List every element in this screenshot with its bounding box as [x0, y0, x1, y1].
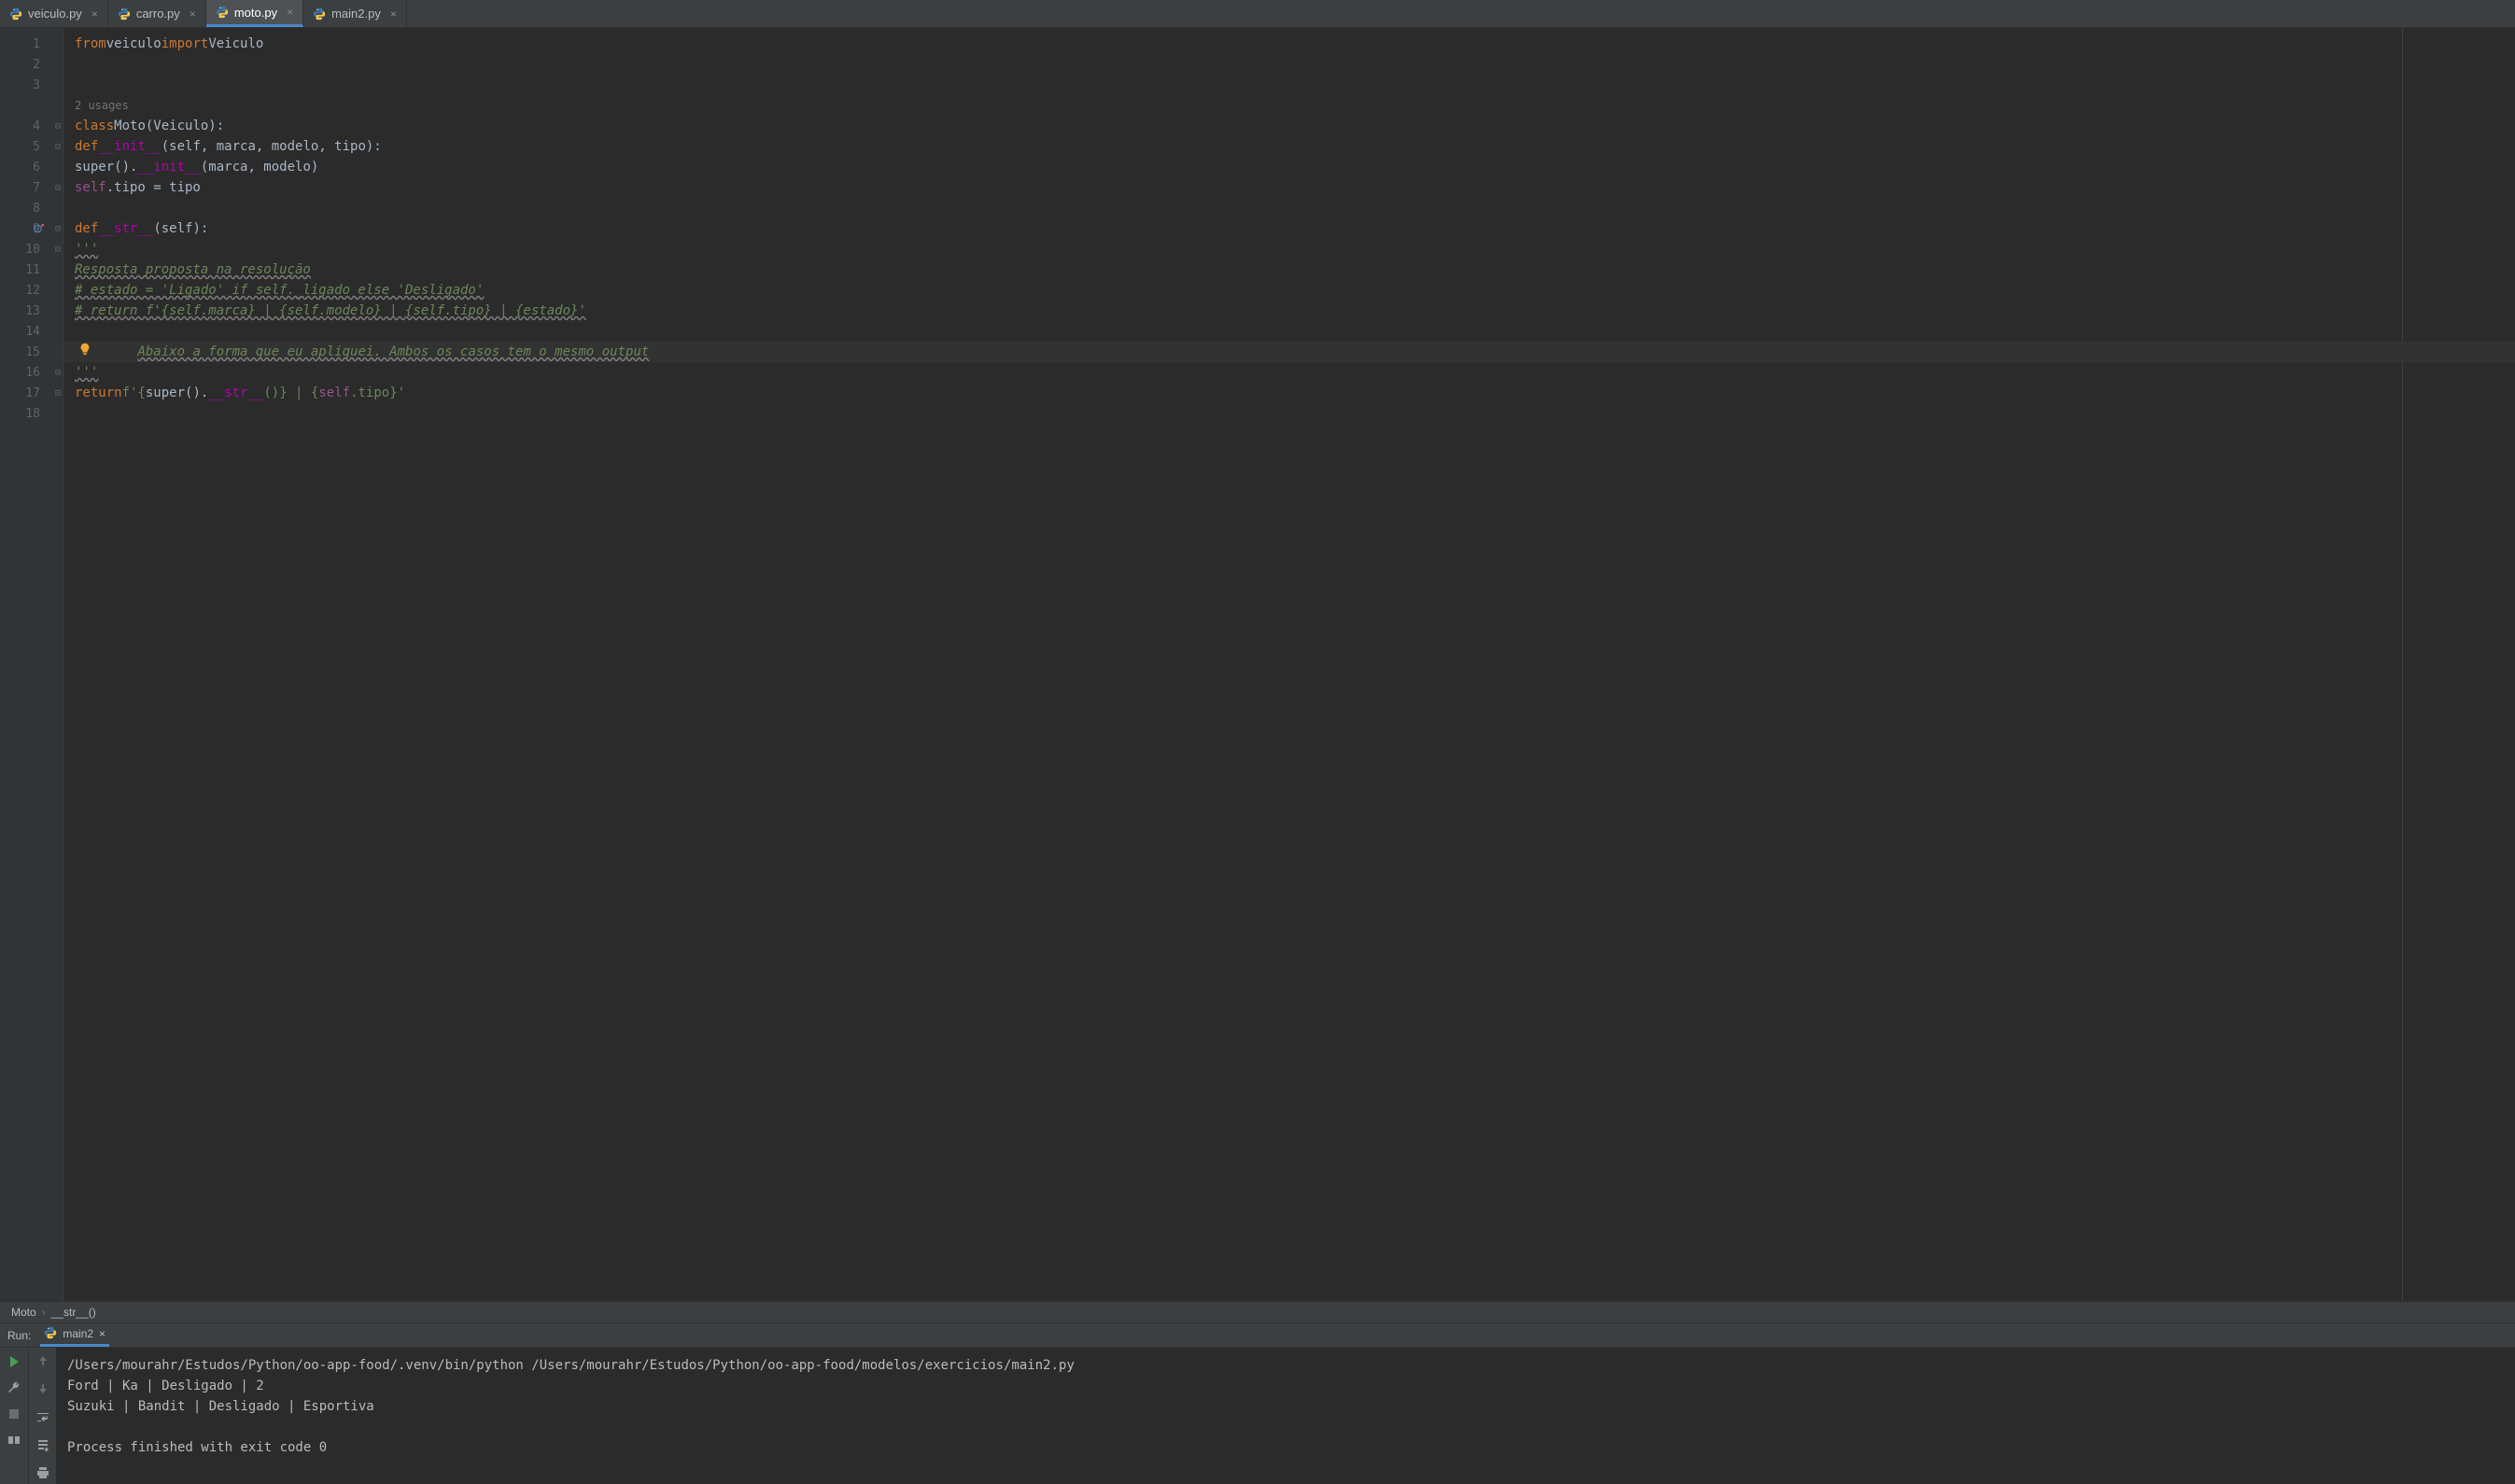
tab-label: carro.py — [136, 7, 180, 21]
line-number: 8 — [33, 202, 40, 216]
fold-icon[interactable]: ⊟ — [55, 121, 61, 132]
line-number: 6 — [33, 161, 40, 175]
tab-main2[interactable]: main2.py × — [303, 0, 407, 27]
python-file-icon — [313, 7, 326, 21]
console-line: Process finished with exit code 0 — [67, 1440, 327, 1455]
scroll-to-end-icon[interactable] — [35, 1437, 50, 1456]
console-line: Ford | Ka | Desligado | 2 — [67, 1379, 264, 1393]
fold-icon[interactable]: ⊟ — [55, 224, 61, 234]
line-number: 10 — [25, 243, 40, 257]
run-panel: /Users/mourahr/Estudos/Python/oo-app-foo… — [0, 1348, 2515, 1484]
line-number: 2 — [33, 58, 40, 72]
run-tab-main2[interactable]: main2 × — [40, 1324, 109, 1347]
line-gutter[interactable]: 1 2 3 . 4⊟ 5⊟ 6 7⊟ 8 9 ⊟ 10⊟ 11 12 13 14… — [0, 28, 63, 1301]
intention-bulb-icon[interactable] — [78, 342, 91, 362]
line-number: 7 — [33, 181, 40, 195]
tab-label: main2.py — [331, 7, 381, 21]
line-number: 1 — [33, 37, 40, 51]
breadcrumb-separator-icon: › — [42, 1306, 46, 1319]
close-icon[interactable]: × — [386, 7, 397, 21]
line-number: 13 — [25, 304, 40, 318]
line-number: 5 — [33, 140, 40, 154]
python-file-icon — [118, 7, 131, 21]
soft-wrap-icon[interactable] — [35, 1409, 50, 1428]
tab-label: moto.py — [234, 6, 277, 20]
run-tool-window-header: Run: main2 × — [0, 1323, 2515, 1348]
run-tab-label: main2 — [63, 1327, 93, 1340]
breadcrumb-method[interactable]: __str__() — [51, 1306, 96, 1319]
run-toolbar-left — [0, 1348, 28, 1484]
close-icon[interactable]: × — [99, 1327, 105, 1340]
fold-end-icon[interactable]: ⊟ — [55, 388, 61, 399]
tab-veiculo[interactable]: veiculo.py × — [0, 0, 108, 27]
tab-carro[interactable]: carro.py × — [108, 0, 206, 27]
python-file-icon — [9, 7, 22, 21]
fold-end-icon[interactable]: ⊟ — [55, 368, 61, 378]
line-number: 4 — [33, 119, 40, 133]
line-number: 3 — [33, 78, 40, 92]
close-icon[interactable]: × — [283, 6, 293, 19]
arrow-down-icon[interactable] — [35, 1381, 50, 1400]
fold-end-icon[interactable]: ⊟ — [55, 183, 61, 193]
editor-tabs-bar: veiculo.py × carro.py × moto.py × main2.… — [0, 0, 2515, 28]
console-line: /Users/mourahr/Estudos/Python/oo-app-foo… — [67, 1358, 1075, 1373]
run-toolbar-actions — [28, 1348, 56, 1484]
editor-area: 1 2 3 . 4⊟ 5⊟ 6 7⊟ 8 9 ⊟ 10⊟ 11 12 13 14… — [0, 28, 2515, 1301]
line-number: 15 — [25, 345, 40, 359]
breadcrumb-bar[interactable]: Moto › __str__() — [0, 1301, 2515, 1323]
line-number: 16 — [25, 366, 40, 380]
tab-moto[interactable]: moto.py × — [206, 0, 303, 27]
line-number: 14 — [25, 325, 40, 339]
print-icon[interactable] — [35, 1465, 50, 1484]
usages-hint[interactable]: 2 usages — [75, 99, 129, 112]
close-icon[interactable]: × — [88, 7, 98, 21]
line-number: 11 — [25, 263, 40, 277]
tab-label: veiculo.py — [28, 7, 82, 21]
python-file-icon — [44, 1326, 57, 1342]
arrow-up-icon[interactable] — [35, 1353, 50, 1372]
run-label: Run: — [7, 1329, 31, 1342]
right-margin-line — [2402, 28, 2403, 1301]
rerun-icon[interactable] — [6, 1353, 22, 1370]
fold-icon[interactable]: ⊟ — [55, 142, 61, 152]
fold-icon[interactable]: ⊟ — [55, 245, 61, 255]
breadcrumb-class[interactable]: Moto — [11, 1306, 36, 1319]
debug-settings-icon[interactable] — [6, 1379, 22, 1396]
stop-icon[interactable] — [6, 1406, 22, 1422]
layout-icon[interactable] — [6, 1432, 22, 1449]
console-line: Suzuki | Bandit | Desligado | Esportiva — [67, 1399, 374, 1414]
line-number: 18 — [25, 407, 40, 421]
close-icon[interactable]: × — [186, 7, 196, 21]
override-marker-icon[interactable] — [34, 223, 45, 234]
code-editor[interactable]: from veiculo import Veiculo 2 usages cla… — [63, 28, 2515, 1301]
line-number: 12 — [25, 284, 40, 298]
python-file-icon — [216, 6, 229, 19]
line-number: 17 — [25, 386, 40, 400]
console-output[interactable]: /Users/mourahr/Estudos/Python/oo-app-foo… — [56, 1348, 2515, 1484]
